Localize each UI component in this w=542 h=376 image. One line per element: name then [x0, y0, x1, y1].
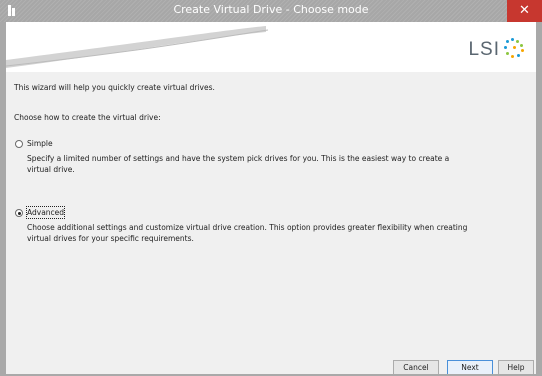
logo-text: LSI [468, 39, 500, 60]
window-title: Create Virtual Drive - Choose mode [173, 3, 369, 16]
intro-text: This wizard will help you quickly create… [14, 83, 215, 92]
simple-description-line2: virtual drive. [27, 165, 75, 174]
next-button[interactable]: Next [447, 360, 493, 374]
close-button[interactable]: ✕ [507, 0, 542, 22]
cancel-button[interactable]: Cancel [393, 360, 439, 374]
simple-description-line1: Specify a limited number of settings and… [27, 154, 450, 163]
help-button[interactable]: Help [498, 360, 534, 374]
wizard-body: LSI This wizard will help you quickly cr… [6, 22, 536, 374]
banner: LSI [6, 22, 536, 72]
choose-prompt: Choose how to create the virtual drive: [14, 113, 161, 122]
wizard-window: Create Virtual Drive - Choose mode ✕ LSI [0, 0, 542, 376]
title-bar[interactable]: Create Virtual Drive - Choose mode ✕ [0, 0, 542, 22]
simple-radio[interactable] [15, 140, 23, 148]
advanced-radio[interactable] [15, 209, 23, 217]
simple-label[interactable]: Simple [27, 138, 53, 149]
advanced-description-line2: virtual drives for your specific require… [27, 234, 194, 243]
banner-swoosh [6, 26, 269, 68]
advanced-description-line1: Choose additional settings and customize… [27, 223, 468, 232]
lsi-starburst-icon [504, 38, 528, 60]
advanced-label[interactable]: Advanced [25, 206, 66, 219]
